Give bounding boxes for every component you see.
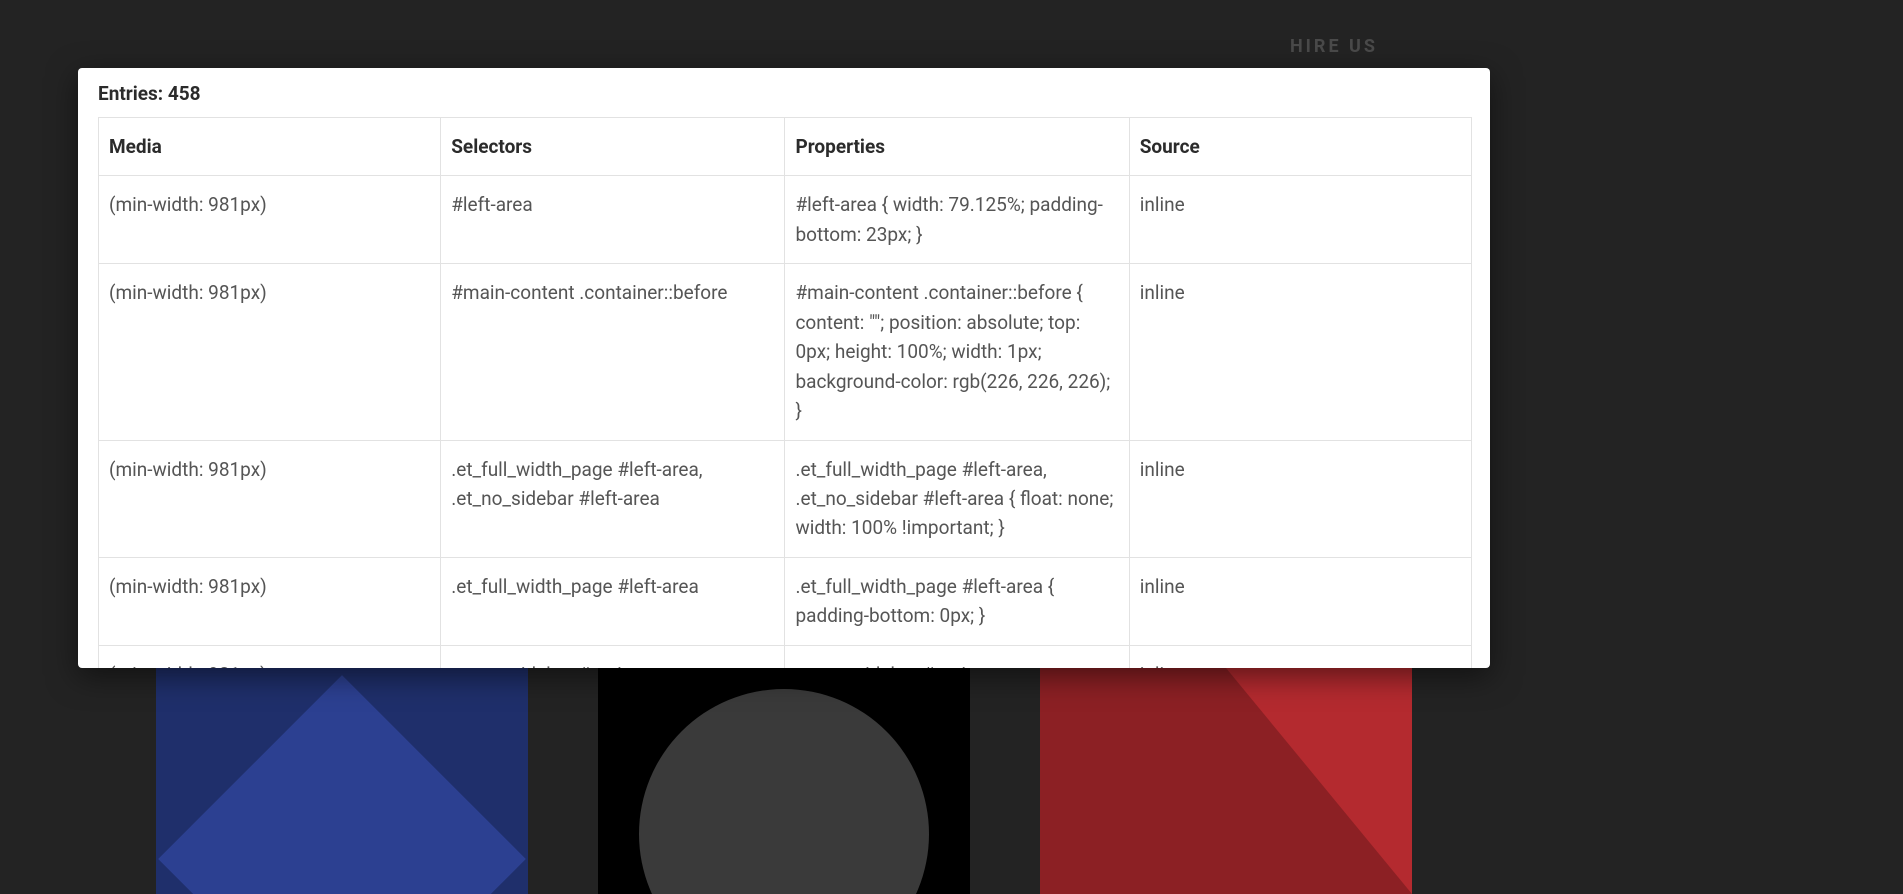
cell-source: inline: [1129, 645, 1471, 668]
cell-source: inline: [1129, 176, 1471, 264]
shape-black: [598, 668, 970, 894]
cell-selectors: #main-content .container::before: [441, 264, 785, 440]
cell-source: inline: [1129, 440, 1471, 557]
table-row: (min-width: 981px) #main-content .contai…: [99, 264, 1472, 440]
table-row: (min-width: 981px) .et_no_sidebar #main-…: [99, 645, 1472, 668]
cell-selectors: .et_full_width_page #left-area, .et_no_s…: [441, 440, 785, 557]
cell-source: inline: [1129, 264, 1471, 440]
shape-blue: [156, 668, 528, 894]
table-row: (min-width: 981px) #left-area #left-area…: [99, 176, 1472, 264]
cell-properties: .et_full_width_page #left-area { padding…: [785, 557, 1129, 645]
cell-properties: .et_no_sidebar #main-content .container:…: [785, 645, 1129, 668]
cell-source: inline: [1129, 557, 1471, 645]
cell-properties: #left-area { width: 79.125%; padding-bot…: [785, 176, 1129, 264]
table-row: (min-width: 981px) .et_full_width_page #…: [99, 440, 1472, 557]
panel-scroll-area[interactable]: Entries: 458 Media Selectors Properties …: [78, 68, 1490, 668]
column-header-properties[interactable]: Properties: [785, 118, 1129, 176]
column-header-source[interactable]: Source: [1129, 118, 1471, 176]
cell-selectors: .et_full_width_page #left-area: [441, 557, 785, 645]
cell-properties: .et_full_width_page #left-area, .et_no_s…: [785, 440, 1129, 557]
css-rules-table: Media Selectors Properties Source (min-w…: [98, 117, 1472, 668]
cell-media: (min-width: 981px): [99, 645, 441, 668]
cell-properties: #main-content .container::before { conte…: [785, 264, 1129, 440]
table-row: (min-width: 981px) .et_full_width_page #…: [99, 557, 1472, 645]
css-entries-panel: Entries: 458 Media Selectors Properties …: [78, 68, 1490, 668]
cell-selectors: #left-area: [441, 176, 785, 264]
cell-media: (min-width: 981px): [99, 440, 441, 557]
cell-media: (min-width: 981px): [99, 557, 441, 645]
hire-us-link[interactable]: HIRE US: [1290, 36, 1378, 57]
cell-selectors: .et_no_sidebar #main-content .container:…: [441, 645, 785, 668]
cell-media: (min-width: 981px): [99, 176, 441, 264]
entries-count: Entries: 458: [98, 78, 1472, 105]
background-shapes: [0, 668, 1903, 894]
column-header-selectors[interactable]: Selectors: [441, 118, 785, 176]
column-header-media[interactable]: Media: [99, 118, 441, 176]
table-header-row: Media Selectors Properties Source: [99, 118, 1472, 176]
cell-media: (min-width: 981px): [99, 264, 441, 440]
shape-red: [1040, 668, 1412, 894]
